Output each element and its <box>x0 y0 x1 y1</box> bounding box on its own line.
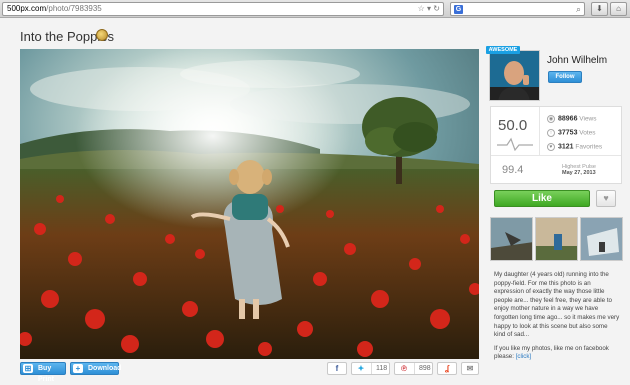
home-button[interactable]: ⌂ <box>610 2 627 16</box>
stumbleupon-icon: ʆ <box>444 364 450 373</box>
views-stat: ◉ 88966 Views <box>547 115 597 123</box>
stumbleupon-share-button[interactable]: ʆ <box>437 362 457 375</box>
search-engine-icon[interactable]: G <box>454 5 463 14</box>
avatar[interactable] <box>489 50 540 101</box>
photo-image <box>20 49 479 359</box>
pinterest-icon: ℗ <box>401 364 407 373</box>
dropdown-arrow-icon[interactable]: ▾ <box>427 4 431 13</box>
heart-icon: ♥ <box>547 143 555 151</box>
browser-toolbar: 500px.com/photo/7983935 ☆ ▾ ↻ G ⌕ ⬇ ⌂ <box>0 0 630 18</box>
plus-circle-icon: + <box>73 364 83 373</box>
facebook-click-link[interactable]: [click] <box>516 353 531 360</box>
stats-divider <box>539 107 540 155</box>
highest-pulse-score: 99.4 <box>502 164 524 176</box>
download-arrow-icon: ⬇ <box>596 4 603 13</box>
related-thumbnail[interactable] <box>535 217 578 261</box>
vote-icon: ↑ <box>547 129 555 137</box>
facebook-icon: f <box>335 364 339 373</box>
awesome-badge: AWESOME <box>486 46 520 54</box>
votes-label: Votes <box>579 129 596 137</box>
thumbnail-image <box>491 218 532 260</box>
votes-count: 37753 <box>558 129 578 137</box>
views-count: 88966 <box>558 115 578 123</box>
buy-print-button[interactable]: ⊞ Buy Print <box>20 362 66 383</box>
eye-icon: ◉ <box>547 115 555 123</box>
facebook-share-button[interactable]: f <box>327 362 347 375</box>
facebook-request-text: If you like my photos, like me on facebo… <box>494 344 609 361</box>
follow-button[interactable]: Follow <box>548 71 582 83</box>
reload-icon[interactable]: ↻ <box>433 4 440 13</box>
downloads-button[interactable]: ⬇ <box>591 2 608 16</box>
cart-icon: ⊞ <box>23 364 33 373</box>
avatar-image <box>490 51 539 100</box>
pulse-score: 50.0 <box>498 117 528 134</box>
url-action-icons: ☆ ▾ ↻ <box>418 3 440 15</box>
highest-pulse-date: May 27, 2013 <box>562 170 596 176</box>
search-box[interactable]: G ⌕ <box>450 2 585 16</box>
votes-stat: ↑ 37753 Votes <box>547 129 596 137</box>
download-label: Download <box>88 365 122 372</box>
twitter-share-button[interactable]: ✦ 118 <box>351 362 390 375</box>
main-photo[interactable] <box>20 49 479 359</box>
related-thumbnail[interactable] <box>490 217 533 261</box>
highest-pulse-info: Highest Pulse May 27, 2013 <box>562 164 596 176</box>
heart-icon: ♥ <box>603 193 609 203</box>
thumbnail-image <box>536 218 577 260</box>
description-paragraph: My daughter (4 years old) running into t… <box>494 271 620 339</box>
email-share-button[interactable]: ✉ <box>461 362 479 375</box>
thumbnail-image <box>581 218 622 260</box>
twitter-icon: ✦ <box>357 364 365 373</box>
pinterest-count: 898 <box>414 363 435 374</box>
address-bar[interactable]: 500px.com/photo/7983935 ☆ ▾ ↻ <box>2 2 444 16</box>
buy-print-label: Buy Print <box>38 365 54 383</box>
like-button[interactable]: Like <box>494 190 590 207</box>
url-path: /photo/7983935 <box>46 4 102 13</box>
photo-description: My daughter (4 years old) running into t… <box>494 271 620 367</box>
favorites-count: 3121 <box>558 143 574 151</box>
email-icon: ✉ <box>466 364 474 373</box>
download-button[interactable]: + Download <box>70 362 122 375</box>
url-host: 500px.com <box>7 4 47 13</box>
favorites-stat: ♥ 3121 Favorites <box>547 143 602 151</box>
description-paragraph: If you like my photos, like me on facebo… <box>494 345 620 362</box>
related-thumbnail[interactable] <box>580 217 623 261</box>
favorite-button[interactable]: ♥ <box>596 190 616 207</box>
pulse-icon <box>497 137 533 151</box>
author-name[interactable]: John Wilhelm <box>547 55 607 66</box>
pinterest-share-button[interactable]: ℗ 898 <box>394 362 433 375</box>
home-icon: ⌂ <box>616 4 621 13</box>
bookmark-star-icon[interactable]: ☆ <box>418 4 425 13</box>
stats-divider-horizontal <box>491 155 621 156</box>
twitter-count: 118 <box>371 363 391 374</box>
views-label: Views <box>579 115 597 123</box>
award-medal-icon <box>96 29 108 41</box>
stats-panel: 50.0 ◉ 88966 Views ↑ 37753 Votes ♥ 3121 Fav… <box>490 106 622 184</box>
search-icon[interactable]: ⌕ <box>576 4 581 15</box>
favorites-label: Favorites <box>575 143 603 151</box>
